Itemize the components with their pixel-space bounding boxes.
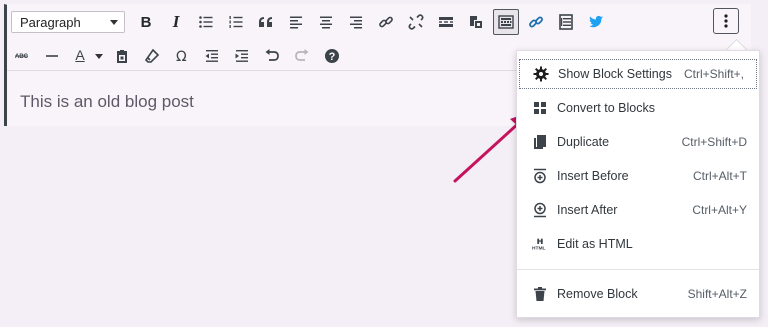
html-icon: HTML [531, 235, 549, 253]
menu-item-insert-before[interactable]: Insert Before Ctrl+Alt+T [517, 161, 759, 191]
link-icon [379, 16, 393, 28]
block-content-text[interactable]: This is an old blog post [20, 92, 194, 112]
text-color-icon: A [75, 47, 85, 63]
menu-item-edit-as-html[interactable]: HTML Edit as HTML [517, 229, 759, 259]
outdent-icon [205, 50, 218, 62]
chain-link-icon [529, 16, 543, 28]
menu-item-label: Edit as HTML [557, 237, 633, 251]
quote-icon [259, 17, 272, 27]
menu-item-show-block-settings[interactable]: Show Block Settings Ctrl+Shift+, [519, 59, 757, 89]
special-character-button[interactable]: Ω [167, 43, 197, 69]
horizontal-line-button[interactable] [37, 43, 67, 69]
text-color-button[interactable]: A [67, 43, 107, 69]
keyboard-shortcuts-button[interactable]: ? [317, 43, 347, 69]
insert-before-icon [531, 167, 549, 185]
svg-text:HTML: HTML [532, 245, 546, 251]
copy-icon [531, 133, 549, 151]
svg-text:ABC: ABC [15, 54, 29, 60]
menu-item-label: Duplicate [557, 135, 610, 149]
omega-icon: Ω [176, 49, 187, 64]
align-center-icon [320, 16, 332, 29]
read-more-icon [439, 17, 453, 27]
clipboard-icon [117, 50, 127, 63]
align-left-button[interactable] [281, 9, 311, 35]
keyboard-icon [498, 15, 514, 29]
insert-link-blue-button[interactable] [521, 9, 551, 35]
menu-item-insert-after[interactable]: Insert After Ctrl+Alt+Y [517, 195, 759, 225]
italic-icon: I [172, 12, 180, 31]
redo-icon [295, 49, 309, 61]
insert-link-button[interactable] [371, 9, 401, 35]
bulleted-list-icon [199, 16, 213, 28]
toolbar-row-1: Paragraph B I [7, 6, 611, 38]
twitter-icon [589, 15, 603, 28]
remove-link-button[interactable] [401, 9, 431, 35]
menu-item-label: Remove Block [557, 287, 638, 301]
paste-as-text-button[interactable] [107, 43, 137, 69]
bulleted-list-button[interactable] [191, 9, 221, 35]
menu-item-label: Show Block Settings [558, 67, 672, 81]
clear-formatting-button[interactable] [137, 43, 167, 69]
toolbar-toggle-button[interactable] [493, 9, 519, 35]
menu-item-convert-to-blocks[interactable]: Convert to Blocks [517, 93, 759, 123]
align-center-button[interactable] [311, 9, 341, 35]
format-select[interactable]: Paragraph [11, 11, 125, 33]
undo-button[interactable] [257, 43, 287, 69]
strikethrough-button[interactable]: ABC [7, 43, 37, 69]
decrease-indent-button[interactable] [197, 43, 227, 69]
menu-item-shortcut: Ctrl+Shift+D [681, 135, 747, 149]
table-icon [559, 14, 573, 30]
insert-after-icon [531, 201, 549, 219]
menu-item-label: Insert Before [557, 169, 629, 183]
chevron-down-icon [110, 20, 118, 25]
align-left-icon [290, 16, 302, 29]
table-button[interactable] [551, 9, 581, 35]
trash-icon [531, 285, 549, 303]
menu-item-shortcut: Shift+Alt+Z [687, 287, 747, 301]
toolbar-row-2: ABC A Ω ? [7, 40, 347, 72]
indent-icon [235, 50, 248, 62]
increase-indent-button[interactable] [227, 43, 257, 69]
unlink-icon [408, 14, 424, 30]
bold-icon: B [140, 13, 152, 31]
block-options-menu: Show Block Settings Ctrl+Shift+, Convert… [516, 50, 760, 318]
eraser-icon [144, 48, 160, 63]
twitter-button[interactable] [581, 9, 611, 35]
undo-icon [265, 49, 279, 61]
format-select-value: Paragraph [20, 15, 81, 30]
gear-icon [532, 65, 550, 83]
menu-item-shortcut: Ctrl+Alt+Y [692, 203, 747, 217]
menu-item-shortcut: Ctrl+Shift+, [683, 67, 744, 81]
menu-item-label: Insert After [557, 203, 618, 217]
menu-item-label: Convert to Blocks [557, 101, 655, 115]
strikethrough-icon: ABC [15, 54, 29, 60]
bold-button[interactable]: B [131, 9, 161, 35]
vertical-ellipsis-icon [724, 14, 728, 28]
blockquote-button[interactable] [251, 9, 281, 35]
add-media-button[interactable] [461, 9, 491, 35]
menu-item-duplicate[interactable]: Duplicate Ctrl+Shift+D [517, 127, 759, 157]
help-icon: ? [325, 49, 339, 63]
align-right-icon [350, 16, 362, 29]
numbered-list-icon [229, 16, 243, 28]
svg-text:Ω: Ω [176, 49, 187, 64]
horizontal-line-icon [46, 55, 58, 57]
media-icon [470, 16, 482, 28]
grid-icon [531, 99, 549, 117]
more-options-button[interactable] [713, 8, 739, 34]
menu-item-shortcut: Ctrl+Alt+T [692, 169, 747, 183]
redo-button[interactable] [287, 43, 317, 69]
menu-separator [517, 269, 759, 270]
svg-text:?: ? [329, 51, 336, 63]
align-right-button[interactable] [341, 9, 371, 35]
italic-button[interactable]: I [161, 9, 191, 35]
numbered-list-button[interactable] [221, 9, 251, 35]
menu-item-remove-block[interactable]: Remove Block Shift+Alt+Z [517, 279, 759, 309]
chevron-down-icon [95, 53, 103, 59]
read-more-button[interactable] [431, 9, 461, 35]
